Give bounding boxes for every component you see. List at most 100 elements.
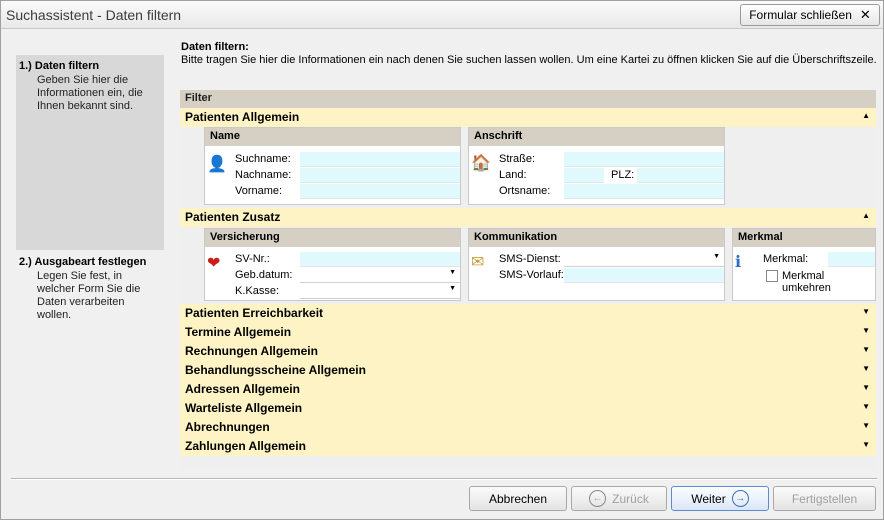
step-output-type[interactable]: 2.) Ausgabeart festlegen Legen Sie fest,… xyxy=(19,256,161,322)
merkmal-umkehren-label: Merkmal umkehren xyxy=(782,270,831,294)
sv-nr-input[interactable] xyxy=(300,252,460,267)
expand-arrow-icon: ▼ xyxy=(862,326,870,335)
k-kasse-select[interactable]: ▼ xyxy=(300,284,460,299)
close-form-button[interactable]: Formular schließen ✕ xyxy=(740,4,880,26)
footer-divider xyxy=(11,478,877,480)
person-icon: 👤 xyxy=(207,156,227,173)
nachname-input[interactable] xyxy=(300,168,460,183)
section-body-patienten-zusatz: Versicherung ❤ SV-Nr.: Geb.datum: ▼ K.Ka… xyxy=(180,227,876,305)
sms-dienst-select[interactable]: ▼ xyxy=(564,252,724,267)
page-title: Daten filtern: xyxy=(181,41,249,53)
suchname-input[interactable] xyxy=(300,152,460,167)
ortsname-input[interactable] xyxy=(564,184,724,199)
group-title: Kommunikation xyxy=(469,229,724,247)
plz-input[interactable] xyxy=(637,168,724,183)
cancel-button[interactable]: Abbrechen xyxy=(469,486,567,511)
expand-arrow-icon: ▼ xyxy=(862,440,870,449)
collapse-arrow-icon: ▲ xyxy=(862,211,870,220)
finish-button[interactable]: Fertigstellen xyxy=(773,486,876,511)
section-behandlungsscheine-allgemein[interactable]: Behandlungsscheine Allgemein ▼ xyxy=(180,361,876,380)
section-patienten-zusatz[interactable]: Patienten Zusatz ▲ xyxy=(180,208,876,227)
merkmal-label: Merkmal: xyxy=(763,253,809,265)
section-zahlungen-allgemein[interactable]: Zahlungen Allgemein ▼ xyxy=(180,437,876,456)
merkmal-input[interactable] xyxy=(828,252,875,267)
collapse-arrow-icon: ▲ xyxy=(862,111,870,120)
envelope-icon: ✉ xyxy=(471,254,485,271)
step-title: 2.) Ausgabeart festlegen xyxy=(19,256,147,268)
section-label: Patienten Allgemein xyxy=(185,110,300,124)
group-merkmal: Merkmal ℹ Merkmal: Merkmal umkehren xyxy=(732,228,876,301)
geb-datum-label: Geb.datum: xyxy=(235,269,293,281)
section-rechnungen-allgemein[interactable]: Rechnungen Allgemein ▼ xyxy=(180,342,876,361)
back-button[interactable]: ← Zurück xyxy=(571,486,667,511)
search-assistant-window: Suchassistent - Daten filtern Formular s… xyxy=(0,0,884,520)
sms-vorlauf-label: SMS-Vorlauf: xyxy=(499,269,564,281)
section-label: Adressen Allgemein xyxy=(185,382,300,396)
chevron-down-icon: ▼ xyxy=(449,269,456,276)
finish-button-label: Fertigstellen xyxy=(791,491,858,506)
section-label: Patienten Zusatz xyxy=(185,210,281,224)
page-description: Bitte tragen Sie hier die Informationen … xyxy=(181,54,877,66)
expand-arrow-icon: ▼ xyxy=(862,383,870,392)
sms-vorlauf-input[interactable] xyxy=(564,268,724,283)
k-kasse-label: K.Kasse: xyxy=(235,285,280,297)
group-name: Name 👤 Suchname: Nachname: Vorname: xyxy=(204,127,461,205)
ortsname-label: Ortsname: xyxy=(499,185,551,197)
group-title: Name xyxy=(205,128,460,146)
cancel-button-label: Abbrechen xyxy=(488,491,548,506)
step-description: Geben Sie hier die Informationen ein, di… xyxy=(37,74,143,112)
vorname-input[interactable] xyxy=(300,184,460,199)
merkmal-umkehren-checkbox[interactable] xyxy=(766,270,778,282)
info-icon: ℹ xyxy=(735,254,742,271)
section-label: Patienten Erreichbarkeit xyxy=(185,306,324,320)
group-anschrift: Anschrift 🏠 Straße: Land: PLZ: Ortsname: xyxy=(468,127,725,205)
group-versicherung: Versicherung ❤ SV-Nr.: Geb.datum: ▼ K.Ka… xyxy=(204,228,461,301)
expand-arrow-icon: ▼ xyxy=(862,345,870,354)
title-bar: Suchassistent - Daten filtern Formular s… xyxy=(1,1,883,29)
next-button[interactable]: Weiter → xyxy=(671,486,769,511)
strasse-label: Straße: xyxy=(499,153,536,165)
window-title: Suchassistent - Daten filtern xyxy=(6,7,182,23)
group-title: Versicherung xyxy=(205,229,460,247)
group-title: Merkmal xyxy=(733,229,875,247)
back-button-label: Zurück xyxy=(612,491,649,506)
filter-area-filler xyxy=(180,456,876,469)
nachname-label: Nachname: xyxy=(235,169,292,181)
close-icon: ✕ xyxy=(859,7,871,22)
section-label: Termine Allgemein xyxy=(185,325,292,339)
section-warteliste-allgemein[interactable]: Warteliste Allgemein ▼ xyxy=(180,399,876,418)
expand-arrow-icon: ▼ xyxy=(862,307,870,316)
section-patienten-allgemein[interactable]: Patienten Allgemein ▲ xyxy=(180,108,876,127)
house-icon: 🏠 xyxy=(471,155,491,172)
section-abrechnungen[interactable]: Abrechnungen ▼ xyxy=(180,418,876,437)
expand-arrow-icon: ▼ xyxy=(862,402,870,411)
step-data-filter[interactable]: 1.) Daten filtern Geben Sie hier die Inf… xyxy=(19,60,161,113)
section-label: Rechnungen Allgemein xyxy=(185,344,318,358)
filter-area: Filter Patienten Allgemein ▲ Name 👤 Such… xyxy=(180,90,876,469)
section-adressen-allgemein[interactable]: Adressen Allgemein ▼ xyxy=(180,380,876,399)
chevron-down-icon: ▼ xyxy=(713,253,720,260)
expand-arrow-icon: ▼ xyxy=(862,421,870,430)
group-kommunikation: Kommunikation ✉ SMS-Dienst: ▼ SMS-Vorlau… xyxy=(468,228,725,301)
arrow-right-icon: → xyxy=(731,490,749,507)
vorname-label: Vorname: xyxy=(235,185,283,197)
expand-arrow-icon: ▼ xyxy=(862,364,870,373)
section-patienten-erreichbarkeit[interactable]: Patienten Erreichbarkeit ▼ xyxy=(180,304,876,323)
plz-label: PLZ: xyxy=(611,169,635,181)
land-label: Land: xyxy=(499,169,527,181)
land-input[interactable] xyxy=(564,168,604,183)
close-form-label: Formular schließen xyxy=(749,8,852,22)
strasse-input[interactable] xyxy=(564,152,724,167)
heart-icon: ❤ xyxy=(207,255,221,272)
sms-dienst-label: SMS-Dienst: xyxy=(499,253,561,265)
section-label: Warteliste Allgemein xyxy=(185,401,303,415)
geb-datum-select[interactable]: ▼ xyxy=(300,268,460,283)
section-label: Zahlungen Allgemein xyxy=(185,439,306,453)
next-button-label: Weiter xyxy=(691,491,726,506)
section-label: Abrechnungen xyxy=(185,420,270,434)
step-description: Legen Sie fest, in welcher Form Sie die … xyxy=(37,270,141,321)
filter-header: Filter xyxy=(180,90,876,108)
section-termine-allgemein[interactable]: Termine Allgemein ▼ xyxy=(180,323,876,342)
chevron-down-icon: ▼ xyxy=(449,285,456,292)
step-title: 1.) Daten filtern xyxy=(19,60,100,72)
